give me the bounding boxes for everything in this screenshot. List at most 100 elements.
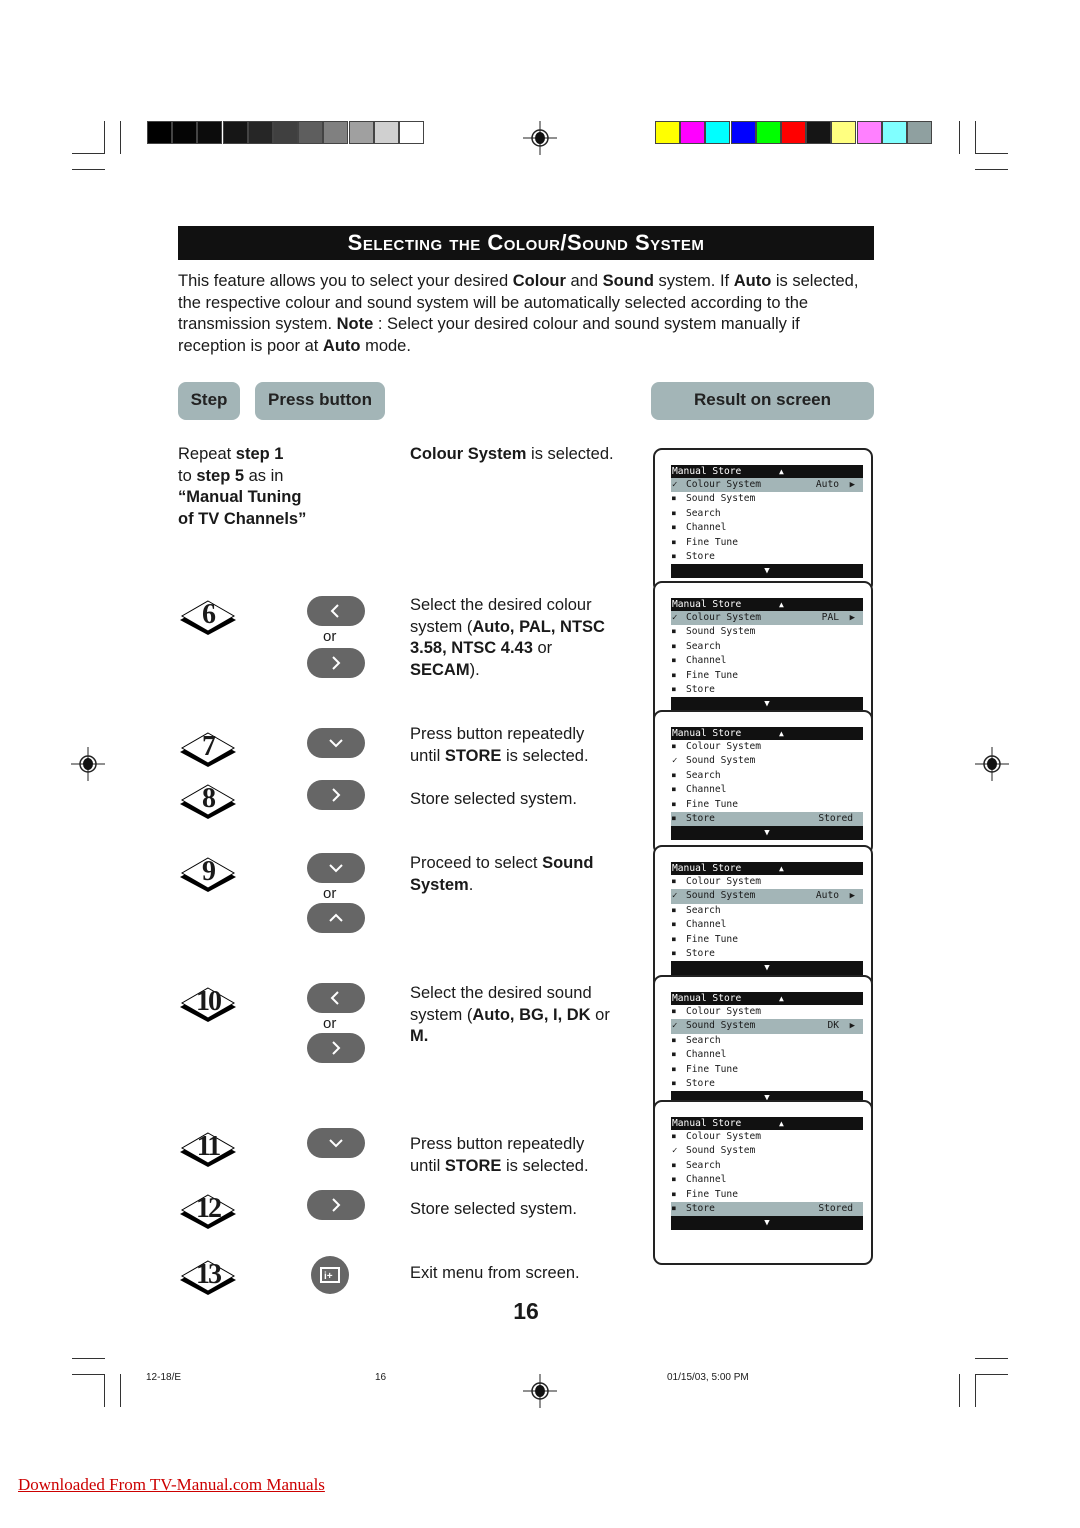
menu-item[interactable]: ■ Store — [671, 683, 863, 697]
menu-item-label: Fine Tune — [686, 1188, 738, 1200]
menu-item[interactable]: ■ Sound System — [671, 625, 863, 639]
menu-item[interactable]: ■ Channel — [671, 1048, 863, 1062]
menu-item[interactable]: ✓ Sound System — [671, 754, 863, 768]
menu-item[interactable]: ■ Fine Tune — [671, 1188, 863, 1202]
menu-item[interactable]: ■ Channel — [671, 918, 863, 932]
crop-mark — [104, 121, 105, 154]
menu-item[interactable]: ■ Store Stored — [671, 811, 863, 827]
step-7-badge: 7 — [178, 730, 238, 770]
menu-item[interactable]: ■ Fine Tune — [671, 933, 863, 947]
menu-item[interactable]: ■ Colour System — [671, 740, 863, 754]
down-button[interactable] — [307, 853, 365, 883]
down-button[interactable] — [307, 728, 365, 758]
text: ). — [469, 660, 480, 679]
menu-item[interactable]: ■ Channel — [671, 783, 863, 797]
registration-mark-icon — [71, 747, 105, 781]
menu-item[interactable]: ■ Sound System — [671, 492, 863, 506]
text: to — [178, 466, 197, 485]
bullet-icon: ■ — [672, 921, 676, 929]
menu-item[interactable]: ■ Store — [671, 947, 863, 961]
menu-item[interactable]: ■ Search — [671, 1159, 863, 1173]
menu-item[interactable]: ■ Search — [671, 769, 863, 783]
menu-item-label: Sound System — [686, 493, 756, 505]
download-link[interactable]: Downloaded From TV-Manual.com Manuals — [18, 1475, 325, 1495]
color-swatch — [831, 121, 857, 144]
step-6-description: Select the desired colour system (Auto, … — [410, 595, 610, 681]
manual-store-menu: Manual Store ▲ ✓ Colour System PAL ▶ ■ Sound Sy… — [671, 598, 863, 712]
color-swatch — [730, 121, 756, 144]
bullet-icon: ■ — [672, 657, 676, 665]
menu-item-label: Sound System — [686, 755, 756, 767]
menu-item[interactable]: ■ Store Stored — [671, 1201, 863, 1217]
menu-item[interactable]: ✓ Sound System DK ▶ — [671, 1019, 863, 1034]
menu-item[interactable]: ■ Channel — [671, 521, 863, 535]
left-button[interactable] — [307, 983, 365, 1013]
up-button[interactable] — [307, 903, 365, 933]
left-button[interactable] — [307, 596, 365, 626]
bullet-icon: ■ — [672, 671, 676, 679]
menu-item-label: Search — [686, 1034, 721, 1046]
text: Store selected system. — [410, 790, 577, 808]
crop-mark — [72, 1374, 105, 1375]
menu-title: Manual Store ▲ — [671, 465, 863, 478]
menu-item[interactable]: ■ Fine Tune — [671, 798, 863, 812]
registration-mark-icon — [523, 1374, 557, 1408]
menu-item[interactable]: ■ Fine Tune — [671, 536, 863, 550]
menu-item-label: Fine Tune — [686, 798, 738, 810]
menu-item[interactable]: ■ Store — [671, 550, 863, 564]
right-button[interactable] — [307, 1190, 365, 1220]
right-button[interactable] — [307, 648, 365, 678]
up-arrow-icon: ▲ — [779, 600, 784, 609]
bullet-icon: ■ — [672, 1190, 676, 1198]
press-button-header: Press button — [255, 382, 385, 420]
menu-item[interactable]: ■ Search — [671, 507, 863, 521]
text: Repeat — [178, 445, 236, 463]
menu-item-label: Colour System — [686, 741, 762, 752]
menu-item[interactable]: ■ Colour System — [671, 1005, 863, 1019]
crop-mark — [975, 169, 1008, 170]
menu-item-value: Auto — [815, 479, 839, 490]
osd-screen: Manual Store ▲ ■ Colour System ✓ Sound System… — [653, 1100, 873, 1265]
color-swatch — [755, 121, 781, 144]
crop-mark — [975, 153, 1008, 154]
menu-item-label: Colour System — [686, 1006, 762, 1017]
menu-item[interactable]: ■ Channel — [671, 654, 863, 668]
intro-paragraph: This feature allows you to select your d… — [178, 271, 868, 357]
menu-item[interactable]: ■ Search — [671, 640, 863, 654]
text: or — [532, 639, 553, 657]
menu-item[interactable]: ✓ Sound System — [671, 1144, 863, 1158]
bullet-icon: ■ — [672, 878, 676, 885]
osd-info-button[interactable]: i+ — [311, 1256, 349, 1294]
menu-title-text: Manual Store — [672, 466, 742, 477]
menu-title-text: Manual Store — [672, 1118, 742, 1129]
menu-item[interactable]: ■ Fine Tune — [671, 669, 863, 683]
menu-item[interactable]: ■ Colour System — [671, 875, 863, 889]
step-header: Step — [178, 382, 240, 420]
text: is selected. — [526, 445, 614, 463]
manual-store-menu: Manual Store ▲ ■ Colour System ✓ Sound System… — [671, 1117, 863, 1231]
footer-code: 12-18/E — [146, 1372, 182, 1383]
chevron-down-icon — [329, 739, 343, 748]
menu-item[interactable]: ✓ Colour System PAL ▶ — [671, 611, 863, 626]
menu-item[interactable]: ■ Search — [671, 904, 863, 918]
menu-item[interactable]: ✓ Colour System Auto ▶ — [671, 478, 863, 493]
down-button[interactable] — [307, 1128, 365, 1158]
down-arrow-icon: ▼ — [764, 828, 770, 839]
chevron-down-icon — [329, 864, 343, 873]
right-button[interactable] — [307, 780, 365, 810]
menu-item[interactable]: ■ Colour System — [671, 1130, 863, 1144]
chevron-right-icon — [332, 656, 341, 670]
intro-bold: Auto — [322, 336, 361, 355]
menu-item[interactable]: ✓ Sound System Auto ▶ — [671, 889, 863, 904]
bullet-icon: ■ — [672, 949, 676, 957]
menu-item[interactable]: ■ Search — [671, 1034, 863, 1048]
menu-item[interactable]: ■ Store — [671, 1077, 863, 1091]
menu-item[interactable]: ■ Channel — [671, 1173, 863, 1187]
menu-title: Manual Store ▲ — [671, 862, 863, 875]
result-on-screen-header: Result on screen — [651, 382, 874, 420]
crop-mark — [120, 121, 121, 154]
text: step 1 — [235, 445, 284, 463]
right-button[interactable] — [307, 1033, 365, 1063]
menu-item[interactable]: ■ Fine Tune — [671, 1063, 863, 1077]
color-swatch — [856, 121, 882, 144]
